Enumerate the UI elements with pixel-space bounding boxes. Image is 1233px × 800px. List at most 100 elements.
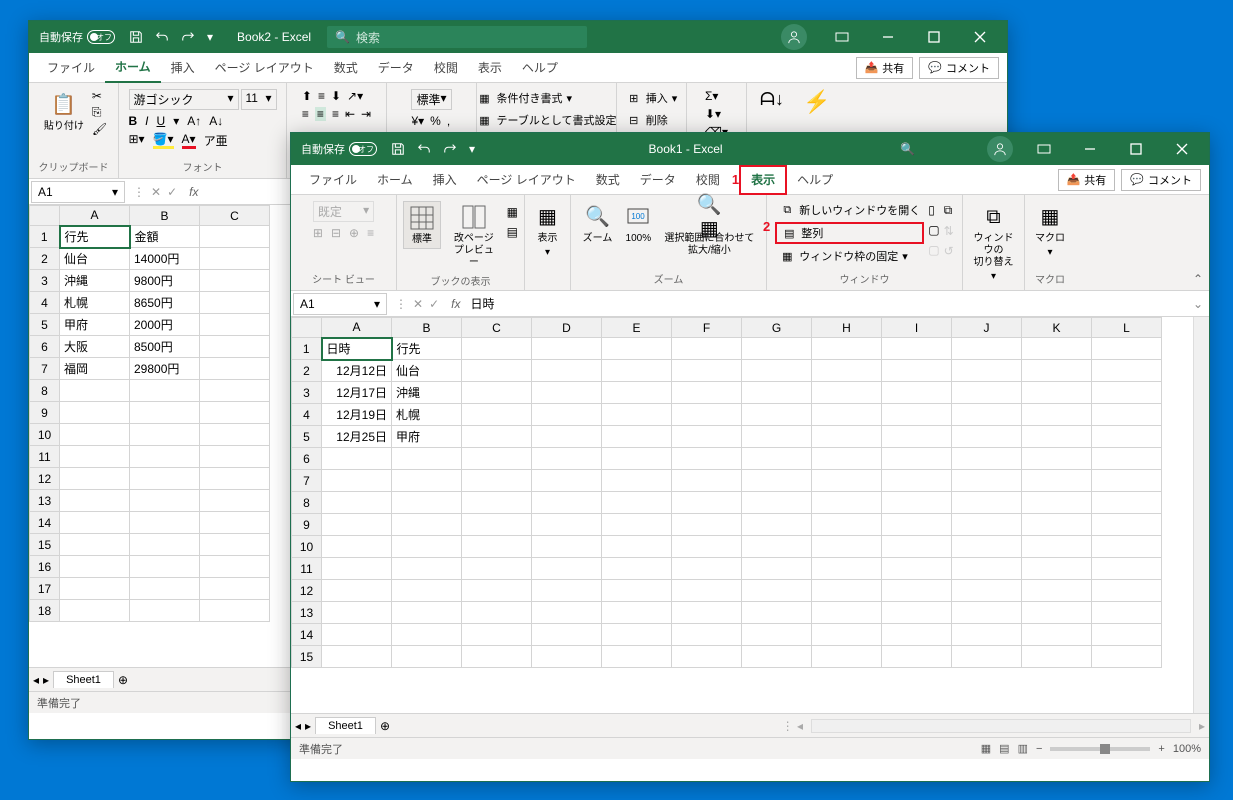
custom-view-icon[interactable]: ▤ (507, 225, 518, 239)
sheet-nav-next-icon[interactable]: ▸ (43, 673, 49, 687)
cell[interactable] (672, 448, 742, 470)
number-format-select[interactable]: 標準▾ (411, 89, 451, 110)
cell[interactable] (952, 514, 1022, 536)
cell[interactable]: 12月19日 (322, 404, 392, 426)
col-header[interactable]: A (322, 318, 392, 338)
cell[interactable] (602, 580, 672, 602)
cell[interactable] (1092, 338, 1162, 360)
cell[interactable] (1092, 580, 1162, 602)
row-header[interactable]: 4 (292, 404, 322, 426)
sheet-tab[interactable]: Sheet1 (315, 717, 376, 734)
cell[interactable] (882, 580, 952, 602)
formula-bar[interactable]: 日時 (464, 295, 1186, 312)
cell[interactable] (882, 624, 952, 646)
freeze-panes-button[interactable]: ▦ウィンドウ枠の固定▾ (775, 247, 924, 265)
cell[interactable] (462, 602, 532, 624)
sheet-nav-prev-icon[interactable]: ◂ (33, 673, 39, 687)
cell[interactable] (392, 492, 462, 514)
user-avatar-icon[interactable] (987, 136, 1013, 162)
row-header[interactable]: 9 (292, 514, 322, 536)
cell[interactable] (602, 514, 672, 536)
cell[interactable] (532, 382, 602, 404)
align-left-icon[interactable]: ≡ (302, 107, 309, 121)
cell[interactable] (1022, 382, 1092, 404)
qat-dropdown-icon[interactable]: ▾ (469, 142, 475, 156)
cell[interactable] (742, 646, 812, 668)
tab-data[interactable]: データ (630, 165, 686, 195)
cell[interactable] (602, 646, 672, 668)
cell[interactable] (952, 492, 1022, 514)
cell[interactable] (462, 426, 532, 448)
pagebreak-view-icon[interactable]: ▥ (1018, 742, 1028, 755)
comma-icon[interactable]: , (447, 114, 450, 128)
font-color-icon[interactable]: A▾ (182, 132, 196, 149)
save-icon[interactable] (391, 142, 405, 156)
chevron-down-icon[interactable]: ▾ (374, 297, 380, 311)
cell[interactable] (742, 580, 812, 602)
autosum-icon[interactable]: Σ▾ (705, 89, 718, 103)
cell[interactable] (812, 624, 882, 646)
cell[interactable] (952, 646, 1022, 668)
row-header[interactable]: 10 (292, 536, 322, 558)
maximize-button[interactable] (911, 21, 957, 53)
row-header[interactable]: 13 (292, 602, 322, 624)
cell[interactable] (532, 514, 602, 536)
cell[interactable] (812, 382, 882, 404)
cell[interactable] (952, 360, 1022, 382)
bold-button[interactable]: B (129, 114, 138, 128)
cell[interactable] (1022, 470, 1092, 492)
cell[interactable] (462, 360, 532, 382)
cell[interactable] (742, 492, 812, 514)
cell[interactable] (322, 580, 392, 602)
arrange-all-button[interactable]: ▤整列 (775, 222, 924, 244)
sheet-nav-next-icon[interactable]: ▸ (305, 719, 311, 733)
cell[interactable] (602, 536, 672, 558)
unhide-icon[interactable]: ▢ (928, 243, 939, 257)
horizontal-scrollbar[interactable] (811, 719, 1191, 733)
align-center-icon[interactable]: ≡ (315, 107, 326, 121)
cut-icon[interactable]: ✂ (92, 89, 107, 103)
cell[interactable] (1092, 624, 1162, 646)
new-window-button[interactable]: ⧉新しいウィンドウを開く (775, 201, 924, 219)
cell[interactable] (322, 646, 392, 668)
tab-review[interactable]: 校閲 (686, 165, 730, 195)
align-top-icon[interactable]: ⬆ (302, 89, 312, 103)
cell[interactable] (812, 470, 882, 492)
cell[interactable] (532, 580, 602, 602)
normal-view-icon[interactable]: ▦ (981, 742, 991, 755)
cell[interactable]: 甲府 (392, 426, 462, 448)
cell[interactable] (882, 602, 952, 624)
cell[interactable] (882, 448, 952, 470)
cell[interactable] (672, 338, 742, 360)
col-header[interactable]: I (882, 318, 952, 338)
cell[interactable] (952, 404, 1022, 426)
cell[interactable] (812, 514, 882, 536)
cell[interactable] (322, 492, 392, 514)
cell[interactable] (1092, 602, 1162, 624)
row-header[interactable]: 14 (292, 624, 322, 646)
cell[interactable] (602, 624, 672, 646)
cell[interactable] (1022, 602, 1092, 624)
cell[interactable] (672, 470, 742, 492)
cell[interactable] (952, 602, 1022, 624)
cell[interactable] (812, 360, 882, 382)
cell[interactable] (882, 470, 952, 492)
vertical-scrollbar[interactable] (1193, 317, 1209, 713)
cell[interactable] (392, 624, 462, 646)
cell[interactable] (392, 448, 462, 470)
cell[interactable] (462, 624, 532, 646)
cell[interactable] (532, 360, 602, 382)
fx-dropdown-icon[interactable]: ⋮ (133, 185, 145, 199)
cell[interactable] (882, 360, 952, 382)
cell[interactable] (1092, 514, 1162, 536)
cell[interactable] (882, 382, 952, 404)
minimize-button[interactable] (865, 21, 911, 53)
cell[interactable] (532, 338, 602, 360)
cell[interactable] (322, 624, 392, 646)
cell[interactable] (882, 426, 952, 448)
chevron-down-icon[interactable]: ▾ (112, 185, 118, 199)
tab-file[interactable]: ファイル (299, 165, 367, 195)
col-header[interactable]: B (130, 206, 200, 226)
col-header[interactable]: G (742, 318, 812, 338)
hide-icon[interactable]: ▢ (928, 223, 939, 237)
